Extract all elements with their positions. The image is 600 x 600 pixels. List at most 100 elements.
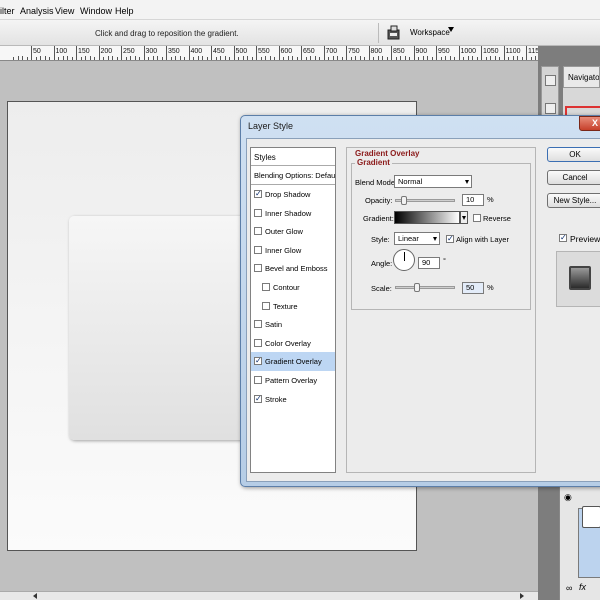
style-item[interactable]: Outer Glow — [251, 222, 335, 241]
style-item-checkbox[interactable] — [262, 301, 270, 310]
close-button[interactable]: X — [579, 116, 600, 131]
style-item[interactable]: ✓ Stroke — [251, 390, 335, 409]
menu-filter[interactable]: ilter — [0, 6, 15, 16]
menu-window[interactable]: Window — [80, 6, 112, 16]
tool-hint: Click and drag to reposition the gradien… — [95, 29, 239, 38]
workspace-icon[interactable] — [385, 24, 403, 42]
style-item-checkbox[interactable] — [262, 282, 270, 291]
style-item-checkbox[interactable]: ✓ — [254, 357, 262, 366]
style-item[interactable]: Texture — [251, 297, 335, 316]
ruler-minor-tick — [341, 57, 343, 60]
eye-icon[interactable]: ◉ — [564, 492, 572, 503]
ruler-minor-tick — [521, 57, 523, 60]
new-style-button[interactable]: New Style... — [547, 193, 600, 208]
menu-view[interactable]: View — [55, 6, 74, 16]
ok-button[interactable]: OK — [547, 147, 600, 162]
style-item[interactable]: ✓ Gradient Overlay — [251, 352, 335, 371]
ruler-minor-tick — [355, 56, 356, 60]
ruler-minor-tick — [58, 57, 59, 60]
ruler-minor-tick — [404, 56, 406, 60]
style-item[interactable]: ✓ Drop Shadow — [251, 185, 335, 204]
opacity-slider-thumb[interactable] — [401, 196, 408, 205]
style-item-checkbox[interactable] — [254, 375, 262, 384]
style-item-checkbox[interactable] — [254, 338, 262, 347]
ruler-minor-tick — [116, 57, 118, 60]
style-item-checkbox[interactable] — [254, 264, 262, 273]
ruler-label: 1000 — [460, 48, 477, 55]
link-icon[interactable]: ∞ — [566, 583, 572, 593]
ruler-minor-tick — [238, 57, 239, 60]
ruler-minor-tick — [71, 57, 73, 60]
tab-navigator[interactable]: Navigator × — [563, 66, 600, 88]
scroll-left-icon[interactable] — [33, 593, 37, 599]
cancel-button[interactable]: Cancel — [547, 170, 600, 185]
style-item-label: Outer Glow — [265, 227, 303, 237]
scale-label: Scale: — [371, 284, 392, 293]
style-item[interactable]: Pattern Overlay — [251, 371, 335, 390]
scale-slider-thumb[interactable] — [413, 283, 420, 292]
ruler-tick — [526, 46, 527, 60]
ruler-minor-tick — [49, 57, 50, 60]
style-item-checkbox[interactable] — [254, 320, 262, 329]
reverse-label: Reverse — [483, 214, 511, 223]
ruler-minor-tick — [13, 57, 14, 60]
style-item-checkbox[interactable] — [254, 208, 262, 217]
ruler-minor-tick — [494, 56, 496, 60]
style-item-checkbox[interactable]: ✓ — [254, 190, 262, 198]
scale-input[interactable]: 50 — [462, 282, 484, 294]
menu-help[interactable]: Help — [115, 6, 134, 16]
opacity-input[interactable]: 10 — [462, 194, 484, 206]
ruler-minor-tick — [265, 56, 266, 60]
style-item[interactable]: Inner Glow — [251, 241, 335, 260]
ruler-label: 900 — [415, 48, 428, 55]
blend-mode-select[interactable]: Normal — [394, 175, 472, 188]
horizontal-ruler: 50 100 150 200 250 300 350 400 450 500 550 600 650 70… — [0, 46, 538, 61]
style-item-checkbox[interactable] — [254, 227, 262, 236]
panel-toggle-icon[interactable] — [545, 103, 556, 114]
options-bar: Click and drag to reposition the gradien… — [0, 20, 600, 46]
gradient-picker[interactable] — [394, 211, 460, 224]
ruler-minor-tick — [152, 56, 154, 60]
style-item[interactable]: Satin — [251, 315, 335, 334]
ruler-minor-tick — [229, 57, 230, 60]
style-item[interactable]: Color Overlay — [251, 334, 335, 353]
ruler-minor-tick — [472, 56, 473, 60]
panel-toggle-icon[interactable] — [545, 75, 556, 86]
opacity-slider[interactable] — [395, 196, 455, 205]
reverse-checkbox[interactable] — [473, 214, 481, 222]
options-separator — [378, 23, 379, 43]
scale-slider[interactable] — [395, 283, 455, 292]
preview-checkbox[interactable]: ✓ — [559, 234, 567, 242]
styles-header[interactable]: Styles — [251, 148, 335, 166]
style-item-label: Bevel and Emboss — [265, 264, 328, 274]
ruler-minor-tick — [373, 57, 374, 60]
style-item[interactable]: Contour — [251, 278, 335, 297]
ruler-minor-tick — [332, 56, 334, 60]
scroll-right-icon[interactable] — [520, 593, 524, 599]
ruler-tick — [166, 46, 167, 60]
style-select[interactable]: Linear — [394, 232, 440, 245]
style-item-checkbox[interactable]: ✓ — [254, 394, 262, 403]
fx-icon[interactable]: fx — [579, 582, 586, 592]
blending-options-item[interactable]: Blending Options: Default — [251, 166, 335, 185]
dialog-client: Styles Blending Options: Default ✓ Drop S… — [246, 138, 600, 482]
ruler-tick — [256, 46, 257, 60]
ruler-minor-tick — [179, 56, 181, 60]
style-item[interactable]: Bevel and Emboss — [251, 259, 335, 278]
ruler-minor-tick — [485, 57, 487, 60]
chevron-down-icon — [433, 237, 437, 241]
angle-input[interactable]: 90 — [418, 257, 440, 269]
ruler-minor-tick — [283, 57, 284, 60]
style-item-checkbox[interactable] — [254, 245, 262, 254]
ruler-minor-tick — [454, 57, 455, 60]
opacity-unit: % — [487, 195, 494, 204]
align-checkbox[interactable]: ✓ — [446, 235, 454, 243]
ruler-tick — [346, 46, 347, 60]
ruler-minor-tick — [220, 56, 221, 60]
chevron-down-icon[interactable] — [448, 27, 454, 32]
angle-dial[interactable] — [393, 249, 415, 271]
menu-analysis[interactable]: Analysis — [20, 6, 54, 16]
gradient-dropdown[interactable] — [460, 211, 468, 224]
ruler-label: 1050 — [483, 48, 499, 55]
style-item[interactable]: Inner Shadow — [251, 204, 335, 223]
